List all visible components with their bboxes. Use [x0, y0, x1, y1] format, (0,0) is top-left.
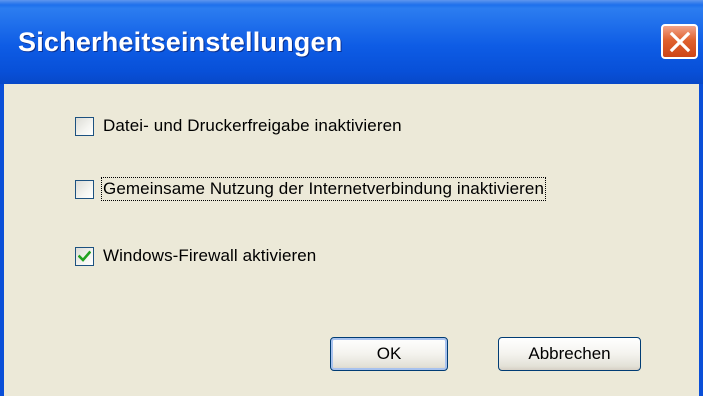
option-label: Datei- und Druckerfreigabe inaktivieren [103, 116, 402, 135]
window-frame-right [699, 84, 703, 396]
option-label: Windows-Firewall aktivieren [103, 246, 317, 265]
option-disable-internet-connection-sharing[interactable]: Gemeinsame Nutzung der Internetverbindun… [75, 176, 547, 202]
dialog-window: Sicherheitseinstellungen Datei- und Druc… [0, 0, 703, 396]
ok-button[interactable]: OK [330, 337, 448, 371]
checkbox-enable-windows-firewall[interactable] [75, 246, 94, 266]
close-icon [669, 31, 691, 53]
title-bar-shine [0, 0, 703, 5]
title-bar[interactable]: Sicherheitseinstellungen [0, 0, 703, 84]
close-button[interactable] [661, 24, 698, 59]
checkbox-disable-internet-connection-sharing[interactable] [75, 179, 94, 199]
dialog-title: Sicherheitseinstellungen [18, 27, 343, 57]
option-disable-file-printer-sharing[interactable]: Datei- und Druckerfreigabe inaktivieren [75, 113, 402, 139]
checkmark-icon [78, 250, 91, 262]
option-label: Gemeinsame Nutzung der Internetverbindun… [100, 177, 547, 201]
cancel-button[interactable]: Abbrechen [498, 337, 641, 371]
checkbox-disable-file-printer-sharing[interactable] [75, 116, 94, 136]
option-enable-windows-firewall[interactable]: Windows-Firewall aktivieren [75, 243, 316, 269]
